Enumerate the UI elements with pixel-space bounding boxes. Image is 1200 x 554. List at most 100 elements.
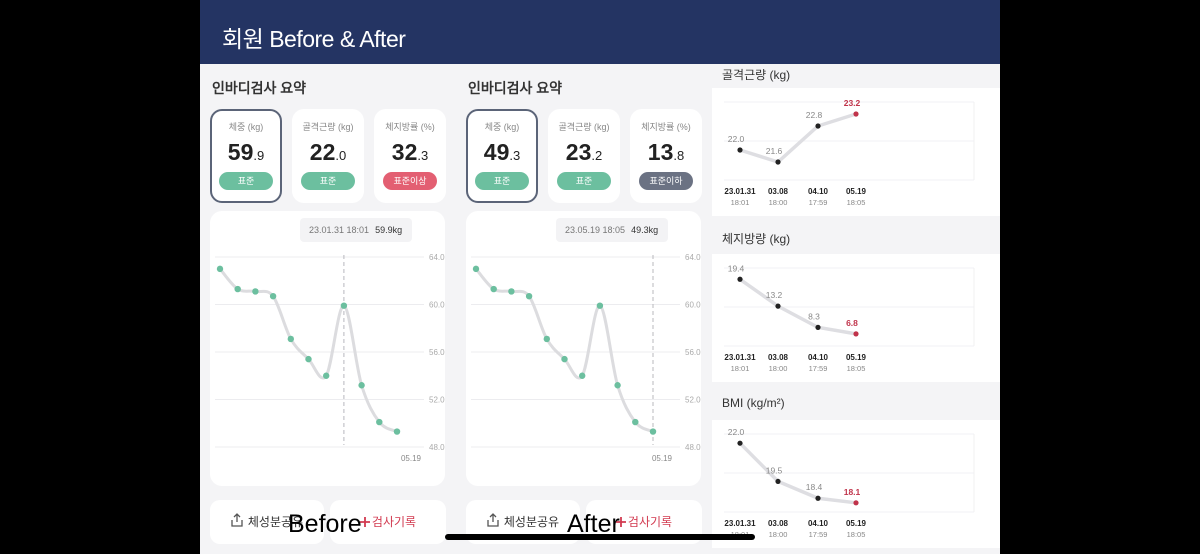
data-point[interactable] (561, 355, 568, 363)
data-label: 19.5 (766, 465, 783, 475)
home-indicator[interactable] (445, 534, 755, 540)
data-point[interactable] (543, 335, 550, 343)
data-point[interactable] (649, 428, 657, 435)
status-badge: 표준 (301, 172, 355, 190)
x-time-label: 18:00 (769, 198, 788, 207)
metric-value-int: 59 (227, 139, 254, 165)
metric-value: 49.3 (468, 139, 536, 166)
data-point[interactable] (632, 418, 639, 426)
data-point[interactable] (614, 382, 621, 389)
metric-card-1[interactable]: 골격근량 (kg) 23.2 표준 (548, 109, 620, 203)
trend-chart-svg: 22.0 23.01.31 18:01 21.6 03.08 18:00 22.8 04.10… (724, 98, 975, 207)
data-point[interactable] (269, 292, 277, 300)
metric-value-int: 13 (647, 139, 674, 165)
x-date-label: 03.08 (768, 187, 789, 196)
data-point[interactable] (472, 265, 480, 273)
data-label: 22.0 (728, 134, 745, 144)
data-point[interactable] (775, 478, 781, 485)
metric-label: 체중 (kg) (228, 122, 264, 132)
x-time-label: 17:59 (809, 198, 828, 207)
weight-chart[interactable]: 23.05.19 18:05 49.3kg 64.0 60.0 56.0 52.0 48.0… (466, 211, 701, 486)
metric-value: 22.0 (292, 139, 364, 166)
data-point[interactable] (508, 288, 515, 295)
weight-chart-svg: 64.0 60.0 56.0 52.0 48.0 05.19 (215, 253, 445, 463)
data-point[interactable] (234, 285, 241, 293)
data-label: 22.8 (806, 110, 823, 120)
record-label: 검사기록 (627, 515, 673, 529)
data-point[interactable] (775, 303, 781, 309)
metric-card-2[interactable]: 체지방률 (%) 13.8 표준이하 (630, 109, 702, 203)
trend-title: 체지방량 (kg) (722, 232, 791, 246)
data-point[interactable] (815, 324, 821, 330)
x-date-label: 05.19 (846, 353, 867, 362)
data-point[interactable] (853, 331, 859, 337)
metric-card-0[interactable]: 체중 (kg) 59.9 표준 (210, 109, 282, 203)
y-tick-label: 48.0 (685, 443, 701, 452)
trend-chart-svg: 22.023.01.3118:0119.503.0818:0018.404.10… (724, 427, 975, 539)
data-point[interactable] (358, 382, 365, 389)
x-time-label: 18:01 (731, 198, 750, 207)
data-point[interactable] (323, 372, 330, 379)
trend-chart-1[interactable]: 19.4 23.01.31 18:01 13.2 03.08 18:00 8.3 04.10 1… (712, 254, 1000, 382)
status-badge: 표준이상 (383, 172, 437, 190)
share-label: 체성분공유 (503, 515, 560, 529)
y-tick-label: 64.0 (685, 253, 701, 262)
data-point[interactable] (737, 276, 743, 282)
metric-label: 체지방률 (%) (641, 122, 691, 132)
data-point[interactable] (287, 335, 294, 343)
weight-series-line (474, 267, 654, 433)
metric-card-2[interactable]: 체지방률 (%) 32.3 표준이상 (374, 109, 446, 203)
data-point[interactable] (737, 440, 743, 446)
metric-card-1[interactable]: 골격근량 (kg) 22.0 표준 (292, 109, 364, 203)
metric-value-int: 49 (483, 139, 510, 165)
metric-value-dec: .3 (509, 148, 521, 163)
metric-value-int: 23 (565, 139, 592, 165)
data-label: 18.1 (844, 487, 861, 497)
y-tick-label: 60.0 (685, 301, 701, 310)
weight-chart[interactable]: 23.01.31 18:01 59.9kg 64.0 60.0 56.0 52.0 48.0… (210, 211, 445, 486)
section-title: 인바디검사 요약 (212, 80, 307, 96)
metric-value: 32.3 (374, 139, 446, 166)
data-point[interactable] (737, 147, 743, 153)
x-date-label: 03.08 (768, 519, 789, 528)
metric-card-0[interactable]: 체중 (kg) 49.3 표준 (466, 109, 538, 203)
x-time-label: 18:05 (847, 364, 866, 373)
metric-value: 13.8 (630, 139, 702, 166)
trend-chart-0[interactable]: 22.0 23.01.31 18:01 21.6 03.08 18:00 22.8 04.10… (712, 88, 1000, 216)
x-date-label: 23.01.31 (724, 519, 756, 528)
data-point[interactable] (815, 495, 821, 501)
data-point[interactable] (340, 302, 348, 309)
data-point[interactable] (853, 500, 859, 506)
data-point[interactable] (853, 111, 859, 117)
metric-value-int: 22 (309, 139, 336, 165)
data-point[interactable] (252, 288, 259, 295)
data-label: 22.0 (728, 427, 745, 437)
data-point[interactable] (393, 428, 401, 435)
data-point[interactable] (216, 265, 224, 273)
data-point[interactable] (490, 285, 497, 293)
before-caption: Before (288, 510, 362, 538)
data-point[interactable] (596, 302, 604, 309)
y-tick-label: 56.0 (685, 348, 701, 357)
x-date-label: 05.19 (846, 519, 867, 528)
x-time-label: 18:05 (847, 530, 866, 539)
metric-value-dec: .0 (335, 148, 347, 163)
data-label: 6.8 (846, 318, 858, 328)
x-date-label: 04.10 (808, 187, 829, 196)
data-point[interactable] (815, 123, 821, 129)
data-point[interactable] (525, 292, 533, 300)
trend-chart-2[interactable]: 22.023.01.3118:0119.503.0818:0018.404.10… (712, 420, 1000, 548)
data-label: 8.3 (808, 311, 820, 321)
data-point[interactable] (579, 372, 586, 379)
x-date-label: 04.10 (808, 353, 829, 362)
x-time-label: 18:01 (731, 364, 750, 373)
x-date-label: 23.01.31 (724, 353, 756, 362)
x-time-label: 17:59 (809, 364, 828, 373)
metric-label: 골격근량 (kg) (558, 122, 610, 132)
data-point[interactable] (775, 159, 781, 165)
data-point[interactable] (376, 418, 383, 426)
x-time-label: 18:00 (769, 530, 788, 539)
data-point[interactable] (305, 355, 312, 363)
metric-value-dec: .8 (673, 148, 685, 163)
status-badge: 표준 (219, 172, 273, 190)
